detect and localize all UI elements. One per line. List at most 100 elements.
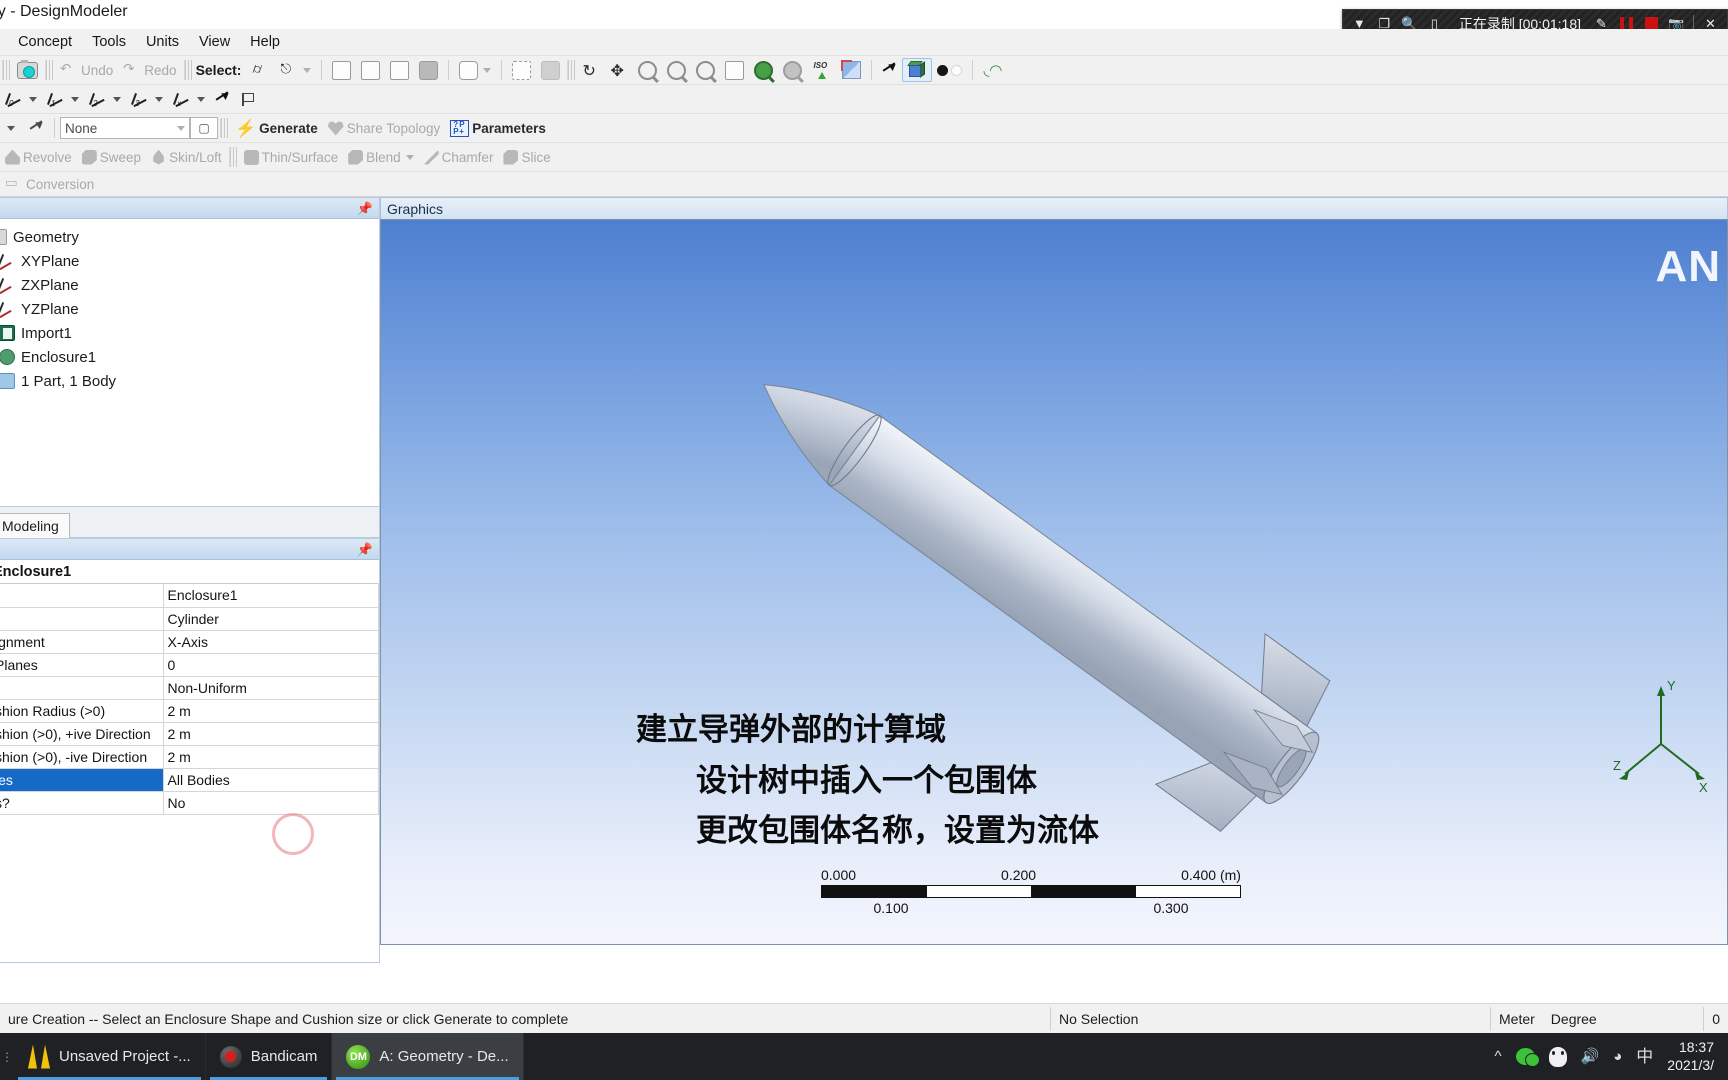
menu-item-help[interactable]: Help: [240, 31, 290, 53]
skin-loft-button[interactable]: Skin/Loft: [146, 145, 227, 169]
revolve-button[interactable]: Revolve: [0, 145, 77, 169]
ime-chinese-icon[interactable]: 中: [1636, 1048, 1653, 1065]
tree-node-geometry[interactable]: Geometry: [0, 225, 379, 249]
qq-icon[interactable]: [1548, 1046, 1567, 1067]
look-at-icon[interactable]: [837, 58, 866, 82]
chevron-up-icon[interactable]: ^: [1494, 1049, 1501, 1064]
box-zoom-icon[interactable]: [691, 58, 720, 82]
sketchx-icon[interactable]: x: [168, 87, 210, 111]
table-row[interactable]: Non-Uniform: [0, 676, 379, 700]
rotate-icon[interactable]: ↻: [577, 58, 605, 82]
property-value[interactable]: 0: [163, 653, 379, 677]
redo-button[interactable]: ↷ Redo: [118, 58, 181, 82]
property-value[interactable]: Cylinder: [163, 607, 379, 631]
blend-button[interactable]: Blend: [343, 145, 419, 169]
table-row[interactable]: Enclosure1: [0, 584, 379, 608]
sketch2-icon[interactable]: 2: [84, 87, 126, 111]
previous-view-icon[interactable]: [749, 58, 778, 82]
wifi-icon[interactable]: ◕: [1613, 1049, 1622, 1064]
menu-item-view[interactable]: View: [189, 31, 240, 53]
property-value[interactable]: Non-Uniform: [163, 676, 379, 700]
ruler-icon[interactable]: ◟◠: [978, 58, 1006, 82]
select-vertex-icon[interactable]: [327, 58, 356, 82]
share-topology-button[interactable]: Share Topology: [323, 116, 446, 140]
volume-icon[interactable]: 🔊: [1581, 1049, 1600, 1064]
new-plane-icon[interactable]: [24, 116, 49, 140]
select-face-icon[interactable]: [385, 58, 414, 82]
conversion-button[interactable]: ▭ Conversion: [0, 172, 99, 196]
select-extend-icon[interactable]: [454, 58, 496, 82]
menu-item-units[interactable]: Units: [136, 31, 189, 53]
toolbar-grip[interactable]: [228, 147, 237, 167]
sketch1-icon[interactable]: 1: [42, 87, 84, 111]
table-row[interactable]: Planes 0: [0, 653, 379, 677]
tree-node-enclosure1[interactable]: Enclosure1: [0, 345, 379, 369]
property-value[interactable]: All Bodies: [163, 768, 379, 792]
table-row[interactable]: shion Radius (>0) 2 m: [0, 699, 379, 723]
taskbar-item-workbench[interactable]: Unsaved Project -...: [14, 1033, 206, 1080]
sweep-button[interactable]: Sweep: [77, 145, 146, 169]
undo-button[interactable]: ↶ Undo: [55, 58, 118, 82]
box-select-icon[interactable]: ⎋: [275, 58, 316, 82]
table-row[interactable]: shion (>0), -ive Direction 2 m: [0, 745, 379, 769]
property-value[interactable]: 2 m: [163, 722, 379, 746]
extend-to-limits-icon[interactable]: [507, 58, 536, 82]
slice-button[interactable]: Slice: [498, 145, 555, 169]
toolbar-grip[interactable]: [567, 60, 576, 80]
zoom-in-icon[interactable]: [662, 58, 691, 82]
pin-icon[interactable]: 📌: [357, 542, 373, 558]
point-icon[interactable]: [932, 58, 967, 82]
menu-item-concept[interactable]: Concept: [8, 31, 82, 53]
toolbar-grip[interactable]: [2, 60, 10, 80]
toolbar-grip[interactable]: [183, 60, 192, 80]
table-row[interactable]: Cylinder: [0, 607, 379, 631]
wechat-icon[interactable]: [1515, 1048, 1540, 1067]
table-row[interactable]: s? No: [0, 791, 379, 815]
tree-node-yzplane[interactable]: YZPlane: [0, 297, 379, 321]
generate-button[interactable]: ⚡ Generate: [230, 116, 323, 140]
taskbar-clock[interactable]: 18:37 2021/3/: [1667, 1039, 1718, 1073]
property-value[interactable]: Enclosure1: [163, 584, 379, 608]
property-value[interactable]: No: [163, 791, 379, 815]
plane-dropdown-button[interactable]: [0, 116, 24, 140]
tree-node-import1[interactable]: Import1: [0, 321, 379, 345]
table-row-selected[interactable]: ies All Bodies: [0, 768, 379, 792]
table-row[interactable]: ignment X-Axis: [0, 630, 379, 654]
tree-node-parts-bodies[interactable]: 1 Part, 1 Body: [0, 369, 379, 393]
screenshot-button[interactable]: [12, 58, 43, 82]
extend-to-instance-icon[interactable]: [536, 58, 565, 82]
sketch-selector[interactable]: None: [60, 117, 190, 139]
sketch3-icon[interactable]: 3: [126, 87, 168, 111]
display-plane-icon[interactable]: [902, 58, 933, 82]
taskbar-item-bandicam[interactable]: Bandicam: [206, 1033, 333, 1080]
next-view-icon[interactable]: [778, 58, 807, 82]
taskbar-handle[interactable]: ⋮: [0, 1050, 14, 1064]
pan-icon[interactable]: ✥: [605, 58, 633, 82]
select-body-icon[interactable]: [414, 58, 443, 82]
tab-modeling[interactable]: Modeling: [0, 513, 70, 538]
chamfer-button[interactable]: Chamfer: [419, 145, 499, 169]
magnet-icon[interactable]: [877, 58, 902, 82]
tree-node-xyplane[interactable]: XYPlane: [0, 249, 379, 273]
parameters-button[interactable]: ? P P + Parameters: [445, 116, 551, 140]
sketch0-icon[interactable]: 0: [0, 87, 42, 111]
thin-surface-button[interactable]: Thin/Surface: [239, 145, 344, 169]
zoom-icon[interactable]: [633, 58, 662, 82]
property-value[interactable]: 2 m: [163, 699, 379, 723]
tree-node-zxplane[interactable]: ZXPlane: [0, 273, 379, 297]
toolbar-grip[interactable]: [45, 60, 53, 80]
taskbar-item-designmodeler[interactable]: DM A: Geometry - De...: [332, 1033, 524, 1080]
zoom-to-fit-icon[interactable]: [720, 58, 749, 82]
toolbar-grip[interactable]: [220, 118, 228, 138]
menu-item-file[interactable]: e: [0, 31, 8, 53]
table-row[interactable]: shion (>0), +ive Direction 2 m: [0, 722, 379, 746]
flag-icon[interactable]: [235, 87, 259, 111]
arrow-icon[interactable]: [210, 87, 235, 111]
iso-view-icon[interactable]: ISO: [807, 58, 837, 82]
pin-icon[interactable]: 📌: [357, 201, 373, 217]
menu-item-tools[interactable]: Tools: [82, 31, 136, 53]
single-select-icon[interactable]: ⌭: [247, 58, 275, 82]
property-value[interactable]: X-Axis: [163, 630, 379, 654]
select-edge-icon[interactable]: [356, 58, 385, 82]
new-sketch-button[interactable]: ▢: [190, 117, 218, 139]
